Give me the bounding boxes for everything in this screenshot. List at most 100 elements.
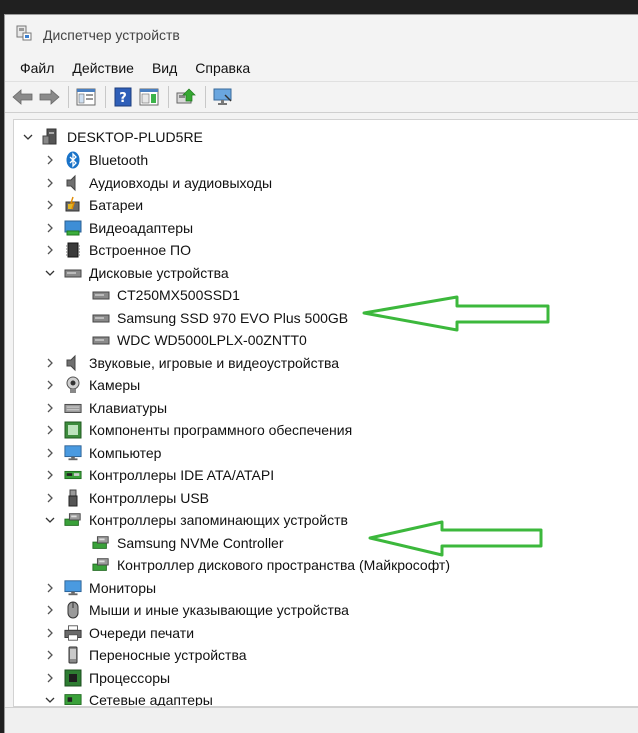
- toolbar-separator: [68, 86, 69, 108]
- menu-help[interactable]: Справка: [186, 60, 259, 76]
- chevron-down-icon[interactable]: [44, 514, 56, 526]
- tree-item-network-adapters[interactable]: Сетевые адаптеры: [44, 689, 213, 706]
- menu-view[interactable]: Вид: [143, 60, 186, 76]
- tree-item-ide[interactable]: Контроллеры IDE ATA/ATAPI: [44, 464, 274, 486]
- chevron-right-icon[interactable]: [44, 244, 56, 256]
- toolbar-separator: [168, 86, 169, 108]
- back-arrow-icon[interactable]: [11, 85, 35, 109]
- chevron-right-icon[interactable]: [44, 402, 56, 414]
- toolbar-separator: [105, 86, 106, 108]
- tree-item-bluetooth[interactable]: Bluetooth: [44, 149, 148, 171]
- chevron-right-icon[interactable]: [44, 154, 56, 166]
- tree-item-monitors[interactable]: Мониторы: [44, 577, 156, 599]
- chevron-right-icon[interactable]: [44, 199, 56, 211]
- tree-item-label: Контроллеры запоминающих устройств: [89, 512, 348, 528]
- chevron-right-icon[interactable]: [44, 469, 56, 481]
- svg-text:?: ?: [119, 91, 127, 106]
- tree-item-software-components[interactable]: Компоненты программного обеспечения: [44, 419, 352, 441]
- update-driver-icon[interactable]: [174, 85, 198, 109]
- tree-item-nvme-controller[interactable]: Samsung NVMe Controller: [92, 532, 284, 554]
- tree-item-audio-io[interactable]: Аудиовходы и аудиовыходы: [44, 172, 272, 194]
- tree-item-label: Компьютер: [89, 445, 162, 461]
- tree-item-disk-drives[interactable]: Дисковые устройства: [44, 262, 229, 284]
- tree-item-portable-devices[interactable]: Переносные устройства: [44, 644, 247, 666]
- chevron-right-icon[interactable]: [44, 649, 56, 661]
- ide-controller-icon: [64, 466, 82, 484]
- tree-item-video-adapters[interactable]: Видеоадаптеры: [44, 217, 193, 239]
- disk-drive-icon: [92, 331, 110, 349]
- properties-icon[interactable]: [74, 85, 98, 109]
- chevron-down-icon[interactable]: [44, 694, 56, 706]
- chevron-down-icon[interactable]: [44, 267, 56, 279]
- storage-controller-icon: [92, 534, 110, 552]
- chevron-right-icon[interactable]: [44, 177, 56, 189]
- tree-item-storage-controllers[interactable]: Контроллеры запоминающих устройств: [44, 509, 348, 531]
- monitor-icon: [64, 579, 82, 597]
- tree-item-label: Встроенное ПО: [89, 242, 191, 258]
- tree-item-disk-wdc[interactable]: WDC WD5000LPLX-00ZNTT0: [92, 329, 307, 351]
- chevron-right-icon[interactable]: [44, 604, 56, 616]
- tree-root[interactable]: DESKTOP-PLUD5RE: [22, 126, 203, 148]
- tree-item-label: Мыши и иные указывающие устройства: [89, 602, 349, 618]
- tree-item-label: Аудиовходы и аудиовыходы: [89, 175, 273, 191]
- tree-item-firmware[interactable]: Встроенное ПО: [44, 239, 191, 261]
- chevron-right-icon[interactable]: [44, 672, 56, 684]
- portable-device-icon: [64, 646, 82, 664]
- scan-hardware-icon[interactable]: [211, 85, 235, 109]
- toolbar-separator: [205, 86, 206, 108]
- tree-item-mice[interactable]: Мыши и иные указывающие устройства: [44, 599, 349, 621]
- chevron-down-icon[interactable]: [22, 131, 34, 143]
- tree-item-disk-samsung-970[interactable]: Samsung SSD 970 EVO Plus 500GB: [92, 307, 348, 329]
- menu-action[interactable]: Действие: [63, 60, 143, 76]
- storage-controller-icon: [64, 511, 82, 529]
- chevron-right-icon[interactable]: [44, 627, 56, 639]
- help-icon[interactable]: ?: [111, 85, 135, 109]
- tree-item-label: Камеры: [89, 377, 141, 393]
- chevron-right-icon[interactable]: [44, 582, 56, 594]
- tree-item-label: Процессоры: [89, 670, 171, 686]
- chevron-right-icon[interactable]: [44, 357, 56, 369]
- tree-item-disk-ct250[interactable]: CT250MX500SSD1: [92, 284, 240, 306]
- forward-arrow-icon[interactable]: [37, 85, 61, 109]
- device-manager-app-icon: [15, 24, 33, 46]
- tree-item-label: Контроллеры IDE ATA/ATAPI: [89, 467, 275, 483]
- storage-controller-icon: [92, 556, 110, 574]
- tree-item-processors[interactable]: Процессоры: [44, 667, 170, 689]
- chevron-right-icon[interactable]: [44, 424, 56, 436]
- menu-bar: Файл Действие Вид Справка: [5, 55, 638, 81]
- disk-drive-icon: [92, 286, 110, 304]
- battery-icon: [64, 196, 82, 214]
- chevron-right-icon[interactable]: [44, 447, 56, 459]
- tree-item-label: Мониторы: [89, 580, 157, 596]
- tree-item-label: Переносные устройства: [89, 647, 247, 663]
- chip-icon: [64, 241, 82, 259]
- disk-drive-icon: [64, 264, 82, 282]
- mouse-icon: [64, 601, 82, 619]
- view-panel-icon[interactable]: [137, 85, 161, 109]
- menu-file[interactable]: Файл: [11, 60, 63, 76]
- speaker-icon: [64, 174, 82, 192]
- chevron-right-icon[interactable]: [44, 379, 56, 391]
- chevron-right-icon[interactable]: [44, 222, 56, 234]
- tree-item-sound[interactable]: Звуковые, игровые и видеоустройства: [44, 352, 339, 374]
- tree-item-label: Контроллер дискового пространства (Майкр…: [117, 557, 450, 573]
- disk-drive-icon: [92, 309, 110, 327]
- device-tree: DESKTOP-PLUD5RE Bluetooth Аудиовходы и а…: [13, 119, 638, 707]
- tree-item-batteries[interactable]: Батареи: [44, 194, 143, 216]
- chevron-right-icon[interactable]: [44, 492, 56, 504]
- tree-item-label: Клавиатуры: [89, 400, 168, 416]
- tree-item-computer[interactable]: Компьютер: [44, 442, 161, 464]
- tree-item-label: Батареи: [89, 197, 144, 213]
- webcam-icon: [64, 376, 82, 394]
- tree-item-label: Компоненты программного обеспечения: [89, 422, 353, 438]
- tree-item-keyboards[interactable]: Клавиатуры: [44, 397, 167, 419]
- tree-item-cameras[interactable]: Камеры: [44, 374, 140, 396]
- tree-item-label: Samsung SSD 970 EVO Plus 500GB: [117, 310, 349, 326]
- status-bar: [5, 707, 638, 733]
- tree-item-label: Очереди печати: [89, 625, 195, 641]
- tree-item-print-queues[interactable]: Очереди печати: [44, 622, 194, 644]
- title-bar: Диспетчер устройств: [5, 15, 638, 55]
- tree-item-label: Дисковые устройства: [89, 265, 229, 281]
- tree-item-usb[interactable]: Контроллеры USB: [44, 487, 209, 509]
- tree-item-storage-spaces-controller[interactable]: Контроллер дискового пространства (Майкр…: [92, 554, 450, 576]
